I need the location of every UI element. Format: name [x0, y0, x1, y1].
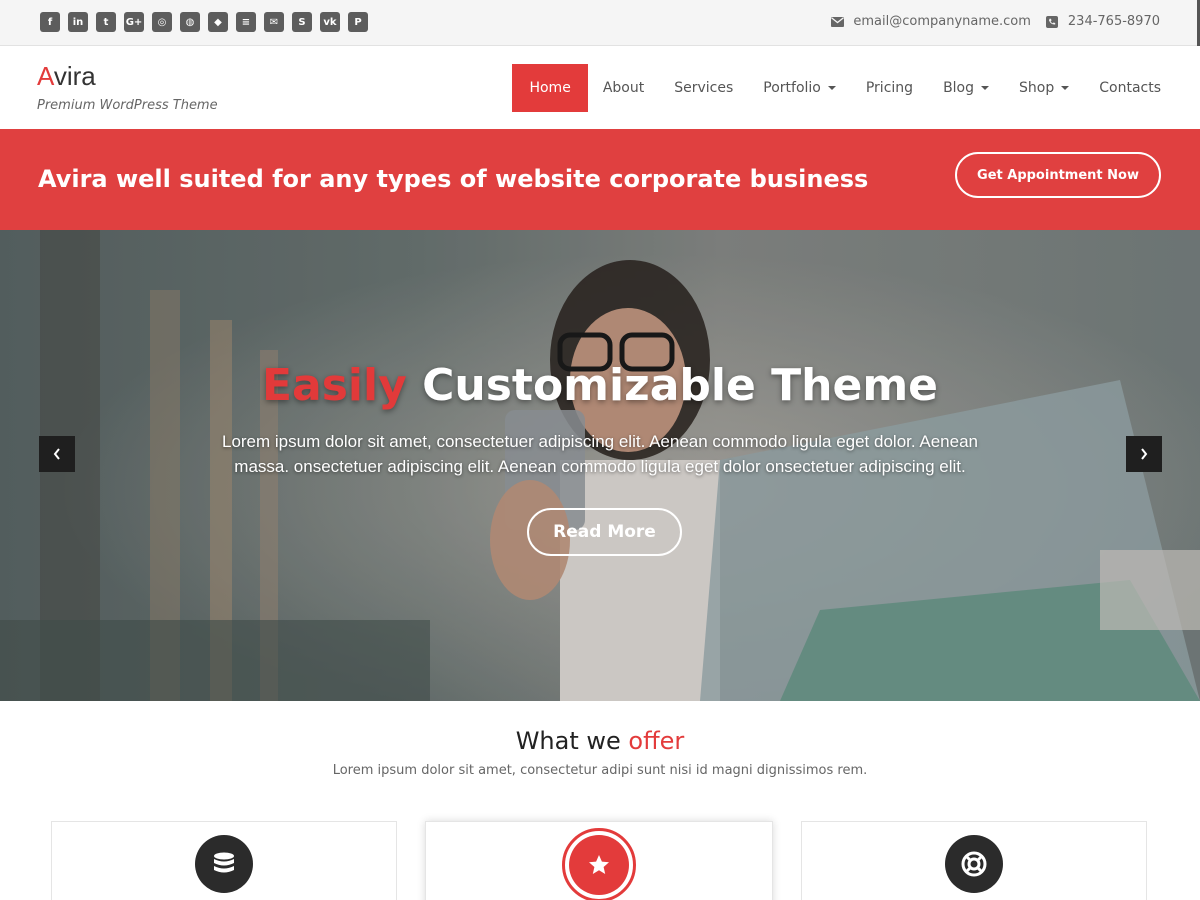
main-nav: Home About Services Portfolio Pricing Bl… — [512, 64, 1176, 112]
hero-title-rest: Customizable Theme — [406, 360, 939, 411]
banner-text: Avira well suited for any types of websi… — [38, 165, 869, 193]
vk-icon[interactable]: vk — [320, 12, 340, 32]
caret-down-icon — [1061, 86, 1070, 90]
read-more-button[interactable]: Read More — [527, 508, 682, 556]
nav-shop[interactable]: Shop — [1004, 64, 1084, 112]
life-ring-icon — [945, 835, 1003, 893]
database-icon — [195, 835, 253, 893]
nav-portfolio[interactable]: Portfolio — [748, 64, 851, 112]
hero-description: Lorem ipsum dolor sit amet, consectetuer… — [221, 432, 978, 476]
mail-icon — [830, 15, 844, 29]
site-tagline: Premium WordPress Theme — [37, 98, 218, 113]
site-header: Avira Premium WordPress Theme Home About… — [0, 46, 1200, 129]
offer-title-accent: offer — [628, 727, 685, 755]
facebook-icon[interactable]: f — [40, 12, 60, 32]
envelope-icon[interactable]: ✉ — [264, 12, 284, 32]
instagram-icon[interactable]: ◎ — [152, 12, 172, 32]
logo-first-letter: A — [37, 61, 54, 91]
nav-contacts[interactable]: Contacts — [1084, 64, 1176, 112]
slider-prev-button[interactable] — [39, 436, 75, 472]
offer-section-subtitle: Lorem ipsum dolor sit amet, consectetur … — [332, 763, 868, 778]
service-card-featured[interactable] — [425, 821, 773, 900]
get-appointment-button[interactable]: Get Appointment Now — [955, 152, 1161, 198]
callout-banner: Avira well suited for any types of websi… — [0, 129, 1200, 230]
site-logo[interactable]: Avira — [37, 63, 96, 89]
hero-title: Easily Customizable Theme — [0, 360, 1200, 411]
service-card[interactable] — [51, 821, 397, 900]
featured-badge — [562, 828, 636, 900]
top-bar: f in t G+ ◎ ◍ ◆ ≡ ✉ S vk P email@company… — [0, 0, 1200, 46]
nav-blog[interactable]: Blog — [928, 64, 1004, 112]
google-plus-icon[interactable]: G+ — [124, 12, 144, 32]
offer-title-main: What we — [515, 727, 629, 755]
linkedin-icon[interactable]: in — [68, 12, 88, 32]
github-icon[interactable]: ◆ — [208, 12, 228, 32]
nav-services[interactable]: Services — [659, 64, 748, 112]
chevron-left-icon — [53, 448, 60, 460]
caret-down-icon — [827, 86, 836, 90]
service-card[interactable] — [801, 821, 1147, 900]
star-icon — [569, 835, 629, 895]
nav-home[interactable]: Home — [512, 64, 588, 112]
pinterest-icon[interactable]: P — [348, 12, 368, 32]
skype-icon[interactable]: S — [292, 12, 312, 32]
slider-next-button[interactable] — [1126, 436, 1162, 472]
twitter-icon[interactable]: t — [96, 12, 116, 32]
nav-pricing[interactable]: Pricing — [851, 64, 928, 112]
phone-number: 234-765-8970 — [1067, 14, 1160, 29]
hero-title-accent: Easily — [261, 360, 407, 411]
contact-info: email@companyname.com 234-765-8970 — [830, 14, 1160, 29]
dribbble-icon[interactable]: ◍ — [180, 12, 200, 32]
offer-section-title: What we offer — [0, 727, 1200, 755]
chevron-right-icon — [1141, 448, 1148, 460]
nav-about[interactable]: About — [588, 64, 659, 112]
stackoverflow-icon[interactable]: ≡ — [236, 12, 256, 32]
phone-icon — [1045, 15, 1059, 29]
caret-down-icon — [981, 86, 990, 90]
hero-slider: Easily Customizable Theme Lorem ipsum do… — [0, 230, 1200, 701]
social-links: f in t G+ ◎ ◍ ◆ ≡ ✉ S vk P — [40, 12, 368, 32]
logo-rest: vira — [53, 61, 96, 91]
email-link[interactable]: email@companyname.com — [853, 14, 1031, 29]
